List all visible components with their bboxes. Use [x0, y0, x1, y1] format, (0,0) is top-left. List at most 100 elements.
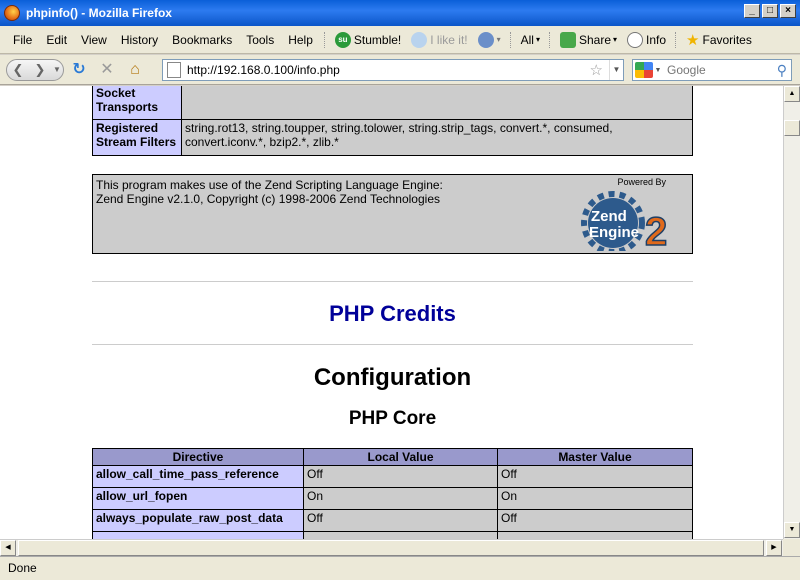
table-row: allow_url_fopen On On: [92, 487, 693, 510]
menu-view[interactable]: View: [74, 33, 114, 47]
php-core-table: Directive Local Value Master Value allow…: [92, 448, 693, 539]
toolbar-separator: [548, 31, 551, 48]
menu-edit[interactable]: Edit: [39, 33, 74, 47]
toolbar-separator: [675, 31, 677, 48]
close-button[interactable]: ×: [780, 4, 796, 18]
page-icon: [167, 62, 181, 78]
dislike-button[interactable]: ▾: [473, 31, 506, 48]
scroll-right-button[interactable]: ▶: [766, 540, 782, 556]
back-button[interactable]: ❮: [7, 60, 29, 80]
minimize-button[interactable]: _: [744, 4, 760, 18]
search-engine-dropdown[interactable]: ▼: [653, 67, 663, 74]
window-controls: _ □ ×: [744, 4, 796, 18]
thumbs-up-icon: [411, 31, 428, 48]
php-core-heading: PHP Core: [348, 408, 437, 429]
history-dropdown[interactable]: ▼: [51, 60, 63, 80]
vertical-scrollbar[interactable]: ▲ ▼: [783, 86, 800, 539]
directive-cell: always_populate_raw_post_data: [92, 509, 304, 532]
directive-cell: allow_call_time_pass_reference: [92, 465, 304, 488]
horizontal-scroll-thumb[interactable]: [18, 540, 764, 556]
local-value-cell: Off: [303, 509, 498, 532]
url-input[interactable]: [187, 63, 584, 77]
thumbs-down-icon: [477, 31, 494, 48]
directive-cell: allow_url_fopen: [92, 487, 304, 510]
favorites-label: Favorites: [702, 32, 752, 47]
table-row: [92, 531, 693, 539]
window-titlebar: phpinfo() - Mozilla Firefox _ □ ×: [0, 0, 800, 26]
share-label: Share: [578, 32, 612, 47]
svg-text:Engine: Engine: [589, 224, 639, 241]
master-value-cell: Off: [497, 465, 693, 488]
page-viewport: Socket Transports Registered Stream Filt…: [0, 86, 783, 539]
local-value-cell: On: [303, 487, 498, 510]
scroll-left-button[interactable]: ◀: [0, 540, 16, 556]
menu-history[interactable]: History: [114, 33, 165, 47]
svg-text:Zend: Zend: [591, 208, 627, 225]
menu-file[interactable]: File: [6, 33, 39, 47]
star-icon: ★: [686, 31, 700, 49]
master-value-cell: [497, 531, 693, 539]
column-header: Directive: [92, 448, 304, 466]
forward-button[interactable]: ❯: [29, 60, 51, 80]
bookmark-star-icon[interactable]: ☆: [584, 61, 609, 79]
table-key-cell: Registered Stream Filters: [92, 119, 182, 156]
divider: [92, 344, 693, 345]
speech-bubble-icon: [627, 31, 644, 48]
stream-info-table: Socket Transports Registered Stream Filt…: [92, 86, 693, 156]
column-header: Local Value: [303, 448, 498, 466]
svg-text:2: 2: [645, 210, 667, 251]
directive-cell: [92, 531, 304, 539]
share-icon: [559, 31, 576, 48]
stumble-button[interactable]: su Stumble!: [330, 31, 406, 48]
home-button[interactable]: ⌂: [122, 59, 148, 81]
scroll-up-button[interactable]: ▲: [784, 86, 800, 102]
menu-bookmarks[interactable]: Bookmarks: [165, 33, 239, 47]
menu-bar: File Edit View History Bookmarks Tools H…: [0, 26, 800, 54]
toolbar-grip: [323, 31, 326, 48]
zend-engine-logo[interactable]: Zend Engine 2: [573, 179, 688, 251]
chevron-down-icon: ▾: [496, 35, 501, 44]
chevron-down-icon: ▾: [535, 35, 540, 44]
favorites-button[interactable]: ★ Favorites: [681, 31, 757, 49]
window-title: phpinfo() - Mozilla Firefox: [26, 6, 172, 20]
share-button[interactable]: Share ▾: [555, 31, 622, 48]
table-row: allow_call_time_pass_reference Off Off: [92, 465, 693, 488]
table-row: Registered Stream Filters string.rot13, …: [92, 119, 693, 156]
configuration-heading: Configuration: [313, 364, 472, 391]
status-bar: Done: [0, 556, 800, 580]
search-bar[interactable]: ▼ ⚲: [632, 59, 792, 81]
zend-engine-box: This program makes use of the Zend Scrip…: [92, 174, 693, 254]
scroll-down-button[interactable]: ▼: [784, 522, 800, 538]
url-history-dropdown[interactable]: ▼: [609, 60, 623, 80]
magnifier-icon[interactable]: ⚲: [777, 62, 791, 79]
like-button[interactable]: I like it!: [406, 31, 472, 48]
menu-help[interactable]: Help: [281, 33, 320, 47]
firefox-logo-icon: [4, 5, 20, 21]
stumbleupon-icon: su: [334, 31, 351, 48]
master-value-cell: Off: [497, 509, 693, 532]
horizontal-scrollbar[interactable]: ◀ ▶: [0, 539, 783, 556]
status-text: Done: [8, 561, 37, 575]
php-credits-link[interactable]: PHP Credits: [92, 301, 693, 327]
all-dropdown[interactable]: All ▾: [516, 33, 545, 47]
scrollbar-corner: [783, 539, 800, 556]
table-row: always_populate_raw_post_data Off Off: [92, 509, 693, 532]
menu-tools[interactable]: Tools: [239, 33, 281, 47]
google-icon[interactable]: [635, 62, 653, 78]
info-button[interactable]: Info: [622, 31, 671, 48]
table-value-cell: [181, 86, 693, 120]
navigation-toolbar: ❮ ❯ ▼ ↻ ✕ ⌂ ☆ ▼ ▼ ⚲: [0, 55, 800, 85]
chevron-down-icon: ▾: [613, 35, 618, 44]
stumble-label: Stumble!: [353, 32, 402, 47]
search-input[interactable]: [663, 63, 777, 77]
reload-button[interactable]: ↻: [66, 59, 92, 81]
stop-button[interactable]: ✕: [94, 59, 120, 81]
table-value-cell: string.rot13, string.toupper, string.tol…: [181, 119, 693, 156]
vertical-scroll-thumb[interactable]: [784, 120, 800, 136]
all-label: All: [520, 32, 534, 47]
table-key-cell: Socket Transports: [92, 86, 182, 120]
address-bar[interactable]: ☆ ▼: [162, 59, 624, 81]
master-value-cell: On: [497, 487, 693, 510]
like-label: I like it!: [430, 32, 468, 47]
maximize-button[interactable]: □: [762, 4, 778, 18]
